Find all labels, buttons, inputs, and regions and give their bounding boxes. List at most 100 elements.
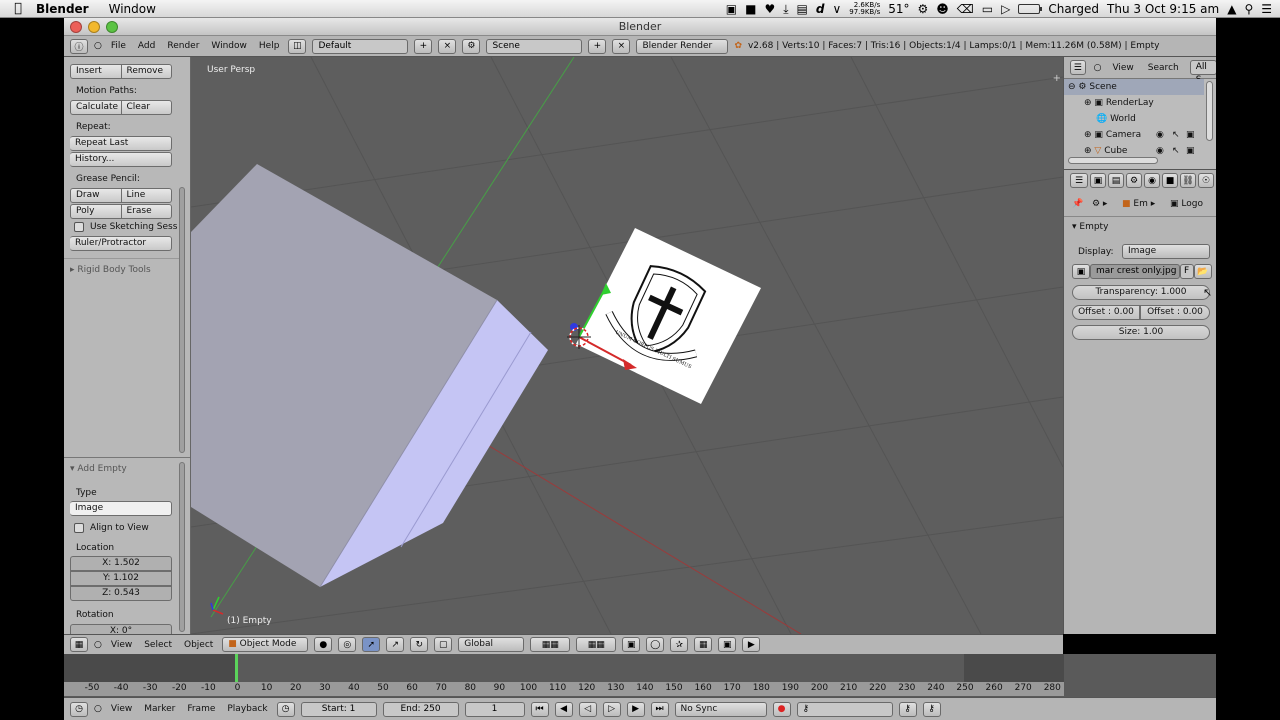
translate-manipulator-icon[interactable]: ↗ (386, 637, 405, 652)
image-name-field[interactable]: mar crest only.jpg (1090, 264, 1180, 279)
collapse-menu-icon[interactable]: ○ (1094, 63, 1102, 73)
end-frame-field[interactable]: End: 250 (382, 701, 459, 717)
constraints-tab-icon[interactable]: ⛓ (1180, 173, 1196, 188)
dashlane-icon[interactable]: d (816, 2, 825, 16)
world-tab-icon[interactable]: ◉ (1144, 173, 1160, 188)
outliner-editor-icon[interactable]: ☰ (1070, 60, 1086, 75)
mode-dropdown[interactable]: ■ Object Mode (222, 637, 309, 652)
preview-range-icon[interactable]: ◷ (276, 701, 295, 717)
manipulator-toggle-icon[interactable]: ➚ (362, 637, 381, 652)
ruler-protractor-button[interactable]: Ruler/Protractor (70, 236, 172, 251)
info-editor-type-icon[interactable]: ⓘ (70, 38, 88, 54)
notification-center-icon[interactable]: ☰ (1261, 2, 1272, 16)
outliner-display-mode[interactable]: All S (1189, 60, 1216, 85)
briefcase-icon[interactable]: ▤ (797, 2, 808, 16)
camera-icon[interactable]: ▣ (726, 2, 737, 16)
repeat-last-button[interactable]: Repeat Last (70, 136, 172, 151)
offset-x-field[interactable]: Offset : 0.00 (1072, 305, 1140, 320)
scene-tab-icon[interactable]: ⚙ (1126, 173, 1142, 188)
add-layout-icon[interactable]: + (414, 38, 433, 54)
outliner-item-world[interactable]: 🌐 World (1064, 111, 1204, 127)
add-menu[interactable]: Add (135, 41, 158, 51)
rigid-body-tools-panel[interactable]: ▸ Rigid Body Tools (70, 265, 151, 275)
outliner-view-menu[interactable]: View (1109, 63, 1136, 73)
expand-properties-icon[interactable]: + (1053, 73, 1061, 84)
minimize-window-button[interactable] (88, 21, 100, 33)
scene-icon[interactable]: ⚙ (462, 38, 481, 54)
play-icon[interactable]: ▷ (602, 701, 621, 717)
current-frame-field[interactable]: 1 (464, 701, 525, 717)
download-icon[interactable]: ⤓ (783, 2, 788, 17)
visibility-eye-icon[interactable]: ◉ (1156, 143, 1164, 159)
breadcrumb-object[interactable]: ■ Em ▸ (1122, 199, 1155, 209)
view-menu[interactable]: View (108, 640, 135, 650)
draw-button[interactable]: Draw (70, 188, 122, 203)
render-opengl-icon[interactable]: ▣ (718, 637, 737, 652)
battery-icon[interactable] (1018, 4, 1043, 14)
outliner-search-menu[interactable]: Search (1145, 63, 1182, 73)
properties-editor-icon[interactable]: ☰ (1070, 173, 1088, 188)
render-camera-icon[interactable]: ▣ (1186, 143, 1195, 159)
jump-keyframe-forward-icon[interactable]: ▶ (626, 701, 645, 717)
trash-icon[interactable]: ⌫ (957, 2, 974, 16)
render-engine-dropdown[interactable]: Blender Render (636, 38, 729, 54)
timeline[interactable]: -50 -40 -30 -20 -10 0 10 20 30 40 50 60 70 80 90 100 110… (64, 654, 1216, 697)
jump-keyframe-back-icon[interactable]: ◀ (554, 701, 573, 717)
size-field[interactable]: Size: 1.00 (1072, 325, 1210, 340)
open-image-folder-icon[interactable]: 📂 (1194, 264, 1212, 279)
calculate-paths-button[interactable]: Calculate (70, 100, 122, 115)
tool-shelf-scrollbar[interactable] (179, 187, 185, 453)
scale-manipulator-icon[interactable]: ▢ (434, 637, 453, 652)
image-browse-icon[interactable]: ▣ (1072, 264, 1090, 279)
scene-field[interactable]: Scene (486, 38, 583, 54)
apple-icon[interactable]:  (0, 1, 36, 16)
frame-menu[interactable]: Frame (184, 704, 218, 714)
line-button[interactable]: Line (121, 188, 172, 203)
layers-group-2[interactable]: ▦▦ (576, 637, 617, 652)
timeline-ruler[interactable]: -50 -40 -30 -20 -10 0 10 20 30 40 50 60 70 80 90 100 110… (64, 682, 1064, 696)
display-icon[interactable]: ▭ (982, 2, 993, 16)
visibility-eye-icon[interactable]: ◉ (1156, 127, 1164, 143)
collapse-menu-icon[interactable]: ○ (94, 640, 102, 650)
display-type-dropdown[interactable]: Image (1122, 244, 1210, 259)
type-dropdown[interactable]: Image (70, 501, 172, 516)
use-sketching-checkbox[interactable] (74, 222, 84, 232)
screen-layout-icon[interactable]: ◫ (288, 38, 307, 54)
operator-scrollbar[interactable] (179, 462, 185, 632)
close-window-button[interactable] (70, 21, 82, 33)
select-cursor-icon[interactable]: ↖ (1172, 127, 1180, 143)
collapse-menu-icon[interactable]: ○ (94, 41, 102, 51)
outliner-item-scene[interactable]: ⊖ ⚙ Scene (1064, 79, 1204, 95)
render-menu[interactable]: Render (164, 41, 202, 51)
clear-paths-button[interactable]: Clear (121, 100, 172, 115)
start-frame-field[interactable]: Start: 1 (300, 701, 377, 717)
rotation-x-field[interactable]: X: 0° (70, 624, 172, 634)
scene-link-icon[interactable]: ⚙ ▸ (1092, 199, 1107, 209)
fake-user-toggle[interactable]: F (1180, 264, 1194, 279)
location-y-field[interactable]: Y: 1.102 (70, 571, 172, 586)
snap-element-icon[interactable]: ▦ (694, 637, 713, 652)
window-menu-blender[interactable]: Window (208, 41, 250, 51)
clock[interactable]: Thu 3 Oct 9:15 am (1107, 2, 1219, 16)
current-frame-cursor[interactable] (235, 654, 238, 682)
outliner-item-renderlayers[interactable]: ⊕ ▣ RenderLay (1064, 95, 1204, 111)
keying-set-field[interactable]: ⚷ (796, 701, 893, 717)
render-tab-icon[interactable]: ▣ (1090, 173, 1106, 188)
zoom-window-button[interactable] (106, 21, 118, 33)
help-menu[interactable]: Help (256, 41, 283, 51)
location-x-field[interactable]: X: 1.502 (70, 556, 172, 571)
add-scene-icon[interactable]: + (588, 38, 607, 54)
outliner-v-scrollbar[interactable] (1206, 81, 1213, 141)
app-menu[interactable]: Blender (36, 2, 89, 16)
history-button[interactable]: History... (70, 152, 172, 167)
pivot-point-icon[interactable]: ◎ (338, 637, 357, 652)
location-z-field[interactable]: Z: 0.543 (70, 586, 172, 601)
jump-end-icon[interactable]: ⏭ (650, 701, 669, 717)
object-tab-icon[interactable]: ■ (1162, 173, 1178, 188)
viewport-shading-icon[interactable]: ● (314, 637, 333, 652)
remove-scene-icon[interactable]: × (612, 38, 631, 54)
expand-icon[interactable]: ⊕ (1084, 98, 1092, 108)
poly-button[interactable]: Poly (70, 204, 122, 219)
collapse-menu-icon[interactable]: ○ (94, 704, 102, 714)
expand-icon[interactable]: ⊕ (1084, 146, 1092, 156)
